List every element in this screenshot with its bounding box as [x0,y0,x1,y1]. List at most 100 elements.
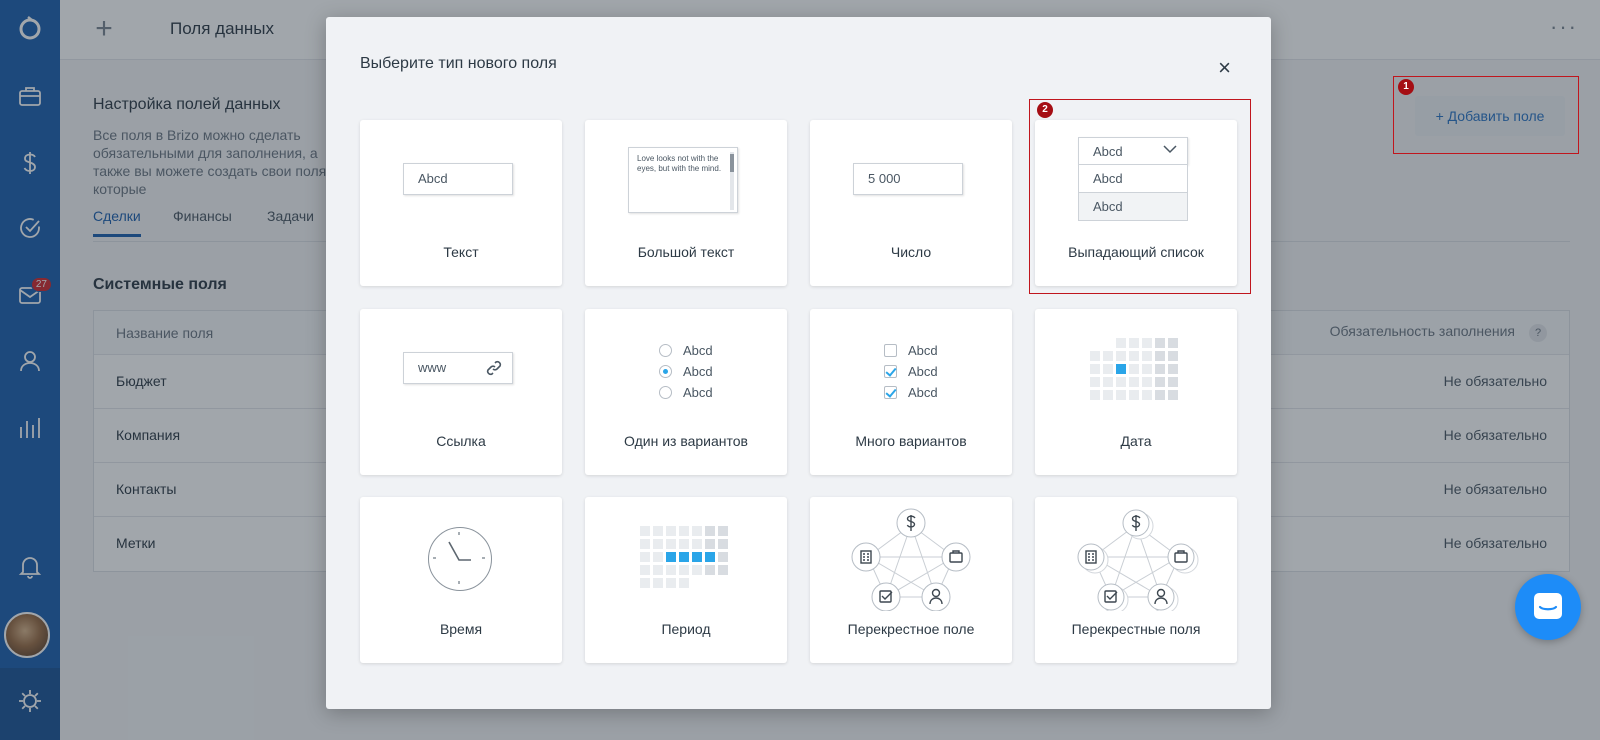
calendar-cell [1129,351,1139,361]
checkbox-option: Abcd [884,383,938,404]
calendar-cell [1168,364,1178,374]
calendar-cell [640,552,650,562]
calendar-cell [1116,351,1126,361]
calendar-cell [692,565,702,575]
checkbox-icon [884,344,897,357]
calendar-cell [1116,364,1126,374]
calendar-cell [692,539,702,549]
annotation-number-1: 1 [1398,79,1414,95]
calendar-cell [1129,338,1139,348]
card-link[interactable]: www Ссылка [360,309,562,475]
calendar-cell [666,578,676,588]
calendar-cell [679,565,689,575]
calendar-cell [640,526,650,536]
calendar-cell [1155,351,1165,361]
calendar-cell [679,526,689,536]
calendar-cell [1116,390,1126,400]
calendar-cell [679,539,689,549]
calendar-cell [1142,377,1152,387]
card-label: Текст [443,244,479,260]
card-time[interactable]: Время [360,497,562,663]
calendar-cell [718,565,728,575]
calendar-cell [718,539,728,549]
calendar-cell [666,565,676,575]
number-preview: 5 000 [853,163,963,195]
calendar-cell [705,552,715,562]
calendar-cell [653,526,663,536]
chat-button[interactable] [1515,574,1581,640]
calendar-cell [1103,338,1113,348]
period-calendar-icon [640,526,730,592]
calendar-cell [692,578,702,588]
link-preview: www [403,352,513,384]
calendar-cell [705,539,715,549]
card-cross-fields[interactable]: Перекрестные поля [1035,497,1237,663]
calendar-cell [692,552,702,562]
calendar-cell [1090,390,1100,400]
card-text[interactable]: Abcd Текст [360,120,562,286]
link-sample: www [418,360,447,375]
card-multi-choice[interactable]: Abcd Abcd Abcd Много вариантов [810,309,1012,475]
calendar-cell [705,578,715,588]
card-label: Перекрестное поле [847,621,975,637]
checkbox-preview: Abcd Abcd Abcd [884,341,938,404]
calendar-cell [679,578,689,588]
checkbox-checked-icon [884,386,897,399]
annotation-number-2: 2 [1037,102,1053,118]
checkbox-option: Abcd [884,341,938,362]
calendar-cell [1168,338,1178,348]
calendar-cell [1155,364,1165,374]
calendar-cell [1168,351,1178,361]
radio-option: Abcd [659,341,713,362]
calendar-cell [1142,364,1152,374]
calendar-cell [1103,351,1113,361]
calendar-cell [1155,377,1165,387]
calendar-cell [1155,338,1165,348]
calendar-cell [666,539,676,549]
radio-preview: Abcd Abcd Abcd [659,341,713,404]
close-icon[interactable]: × [1218,57,1231,79]
calendar-cell [666,526,676,536]
calendar-cell [718,578,728,588]
card-number[interactable]: 5 000 Число [810,120,1012,286]
calendar-cell [1116,338,1126,348]
card-date[interactable]: Дата [1035,309,1237,475]
calendar-cell [1090,364,1100,374]
calendar-cell [1116,377,1126,387]
calendar-cell [1155,390,1165,400]
calendar-cell [1103,364,1113,374]
card-label: Перекрестные поля [1071,621,1201,637]
calendar-cell [1142,390,1152,400]
calendar-cell [1103,377,1113,387]
radio-option: Abcd [659,383,713,404]
card-big-text[interactable]: Love looks not with the eyes, but with t… [585,120,787,286]
calendar-cell [1090,377,1100,387]
radio-icon [659,386,672,399]
calendar-cell [692,526,702,536]
calendar-cell [705,526,715,536]
card-label: Один из вариантов [624,433,748,449]
scrollbar-icon [730,152,734,210]
card-cross-field[interactable]: Перекрестное поле [810,497,1012,663]
calendar-cell [1142,351,1152,361]
text-preview: Abcd [403,163,513,195]
modal-title: Выберите тип нового поля [360,55,557,72]
annotation-box-1 [1393,76,1579,154]
checkbox-checked-icon [884,365,897,378]
card-single-choice[interactable]: Abcd Abcd Abcd Один из вариантов [585,309,787,475]
calendar-cell [1142,338,1152,348]
calendar-cell [1129,377,1139,387]
calendar-cell [653,539,663,549]
calendar-cell [653,552,663,562]
card-label: Ссылка [436,433,486,449]
calendar-cell [653,565,663,575]
radio-icon [659,344,672,357]
calendar-cell [653,578,663,588]
annotation-box-2 [1029,99,1251,294]
radio-option: Abcd [659,362,713,383]
chat-icon [1534,593,1562,619]
calendar-icon [1090,338,1180,404]
card-label: Период [661,621,711,637]
card-period[interactable]: Период [585,497,787,663]
bigtext-sample: Love looks not with the eyes, but with t… [637,154,722,173]
